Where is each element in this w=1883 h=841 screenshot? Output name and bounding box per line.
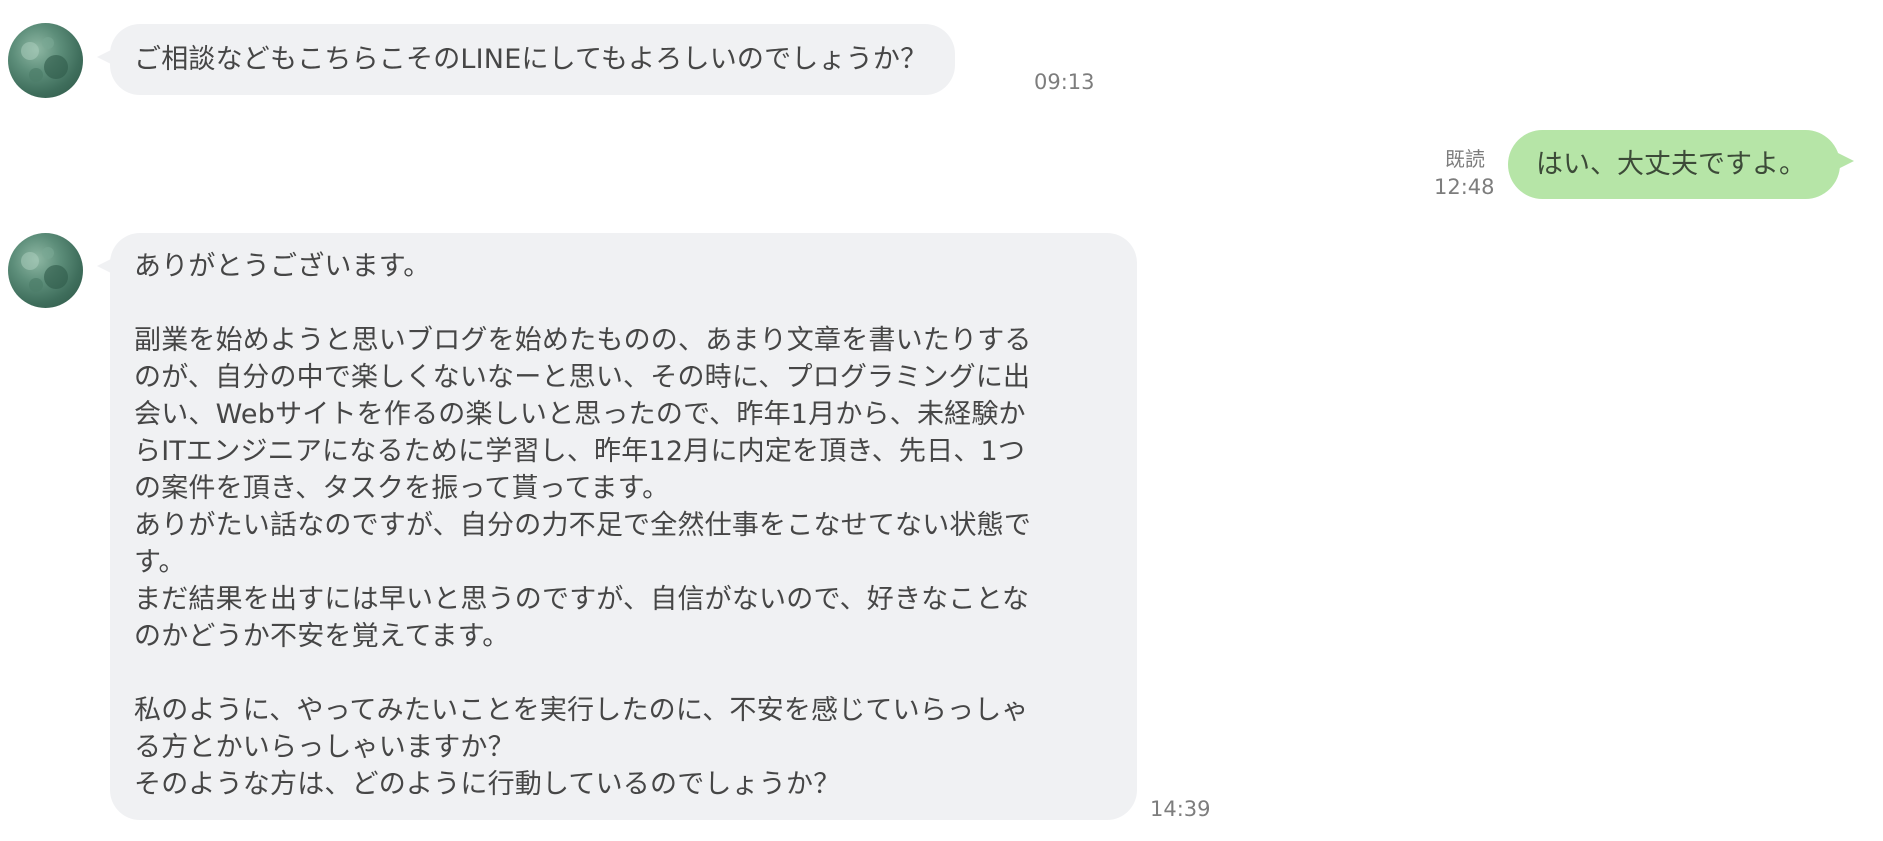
message-line: 副業を始めようと思いブログを始めたものの、あまり文章を書いたりする <box>134 325 1032 356</box>
sender-avatar[interactable] <box>8 233 83 308</box>
message-line: そのような方は、どのように行動しているのでしょうか？ <box>134 769 841 800</box>
message-line: ありがとうございます。 <box>134 251 431 282</box>
message-timestamp: 12:48 <box>1434 175 1495 199</box>
message-line: す。 <box>134 547 186 578</box>
outgoing-message-bubble[interactable]: はい、大丈夫ですよ。 <box>1508 130 1854 199</box>
avatar-image <box>21 37 68 82</box>
message-line: 会い、Webサイトを作るの楽しいと思ったので、昨年1月から、未経験か <box>134 399 1026 430</box>
message-text: はい、大丈夫ですよ。 <box>1536 149 1806 180</box>
message-timestamp: 14:39 <box>1150 797 1211 821</box>
message-timestamp: 09:13 <box>1034 70 1095 94</box>
message-line: の案件を頂き、タスクを振って貰ってます。 <box>134 473 670 504</box>
message-line: ありがたい話なのですが、自分の力不足で全然仕事をこなせてない状態で <box>134 510 1032 541</box>
message-line: のかどうか不安を覚えてます。 <box>134 621 510 652</box>
message-text: ご相談などもこちらこそのLINEにしてもよろしいのでしょうか？ <box>134 44 928 75</box>
message-line: まだ結果を出すには早いと思うのですが、自信がないので、好きなことな <box>134 584 1030 615</box>
incoming-message-bubble[interactable]: ありがとうございます。 副業を始めようと思いブログを始めたものの、あまり文章を書… <box>97 233 1137 820</box>
incoming-message-bubble[interactable]: ご相談などもこちらこそのLINEにしてもよろしいのでしょうか？ <box>96 24 956 95</box>
message-line: る方とかいらっしゃいますか？ <box>134 732 515 763</box>
message-line: らITエンジニアになるために学習し、昨年12月に内定を頂き、先日、1つ <box>134 436 1026 467</box>
avatar-image <box>21 247 68 292</box>
message-line: のが、自分の中で楽しくないなーと思い、その時に、プログラミングに出 <box>134 362 1031 393</box>
message-line: 私のように、やってみたいことを実行したのに、不安を感じていらっしゃ <box>134 695 1029 726</box>
sender-avatar[interactable] <box>8 23 83 98</box>
read-receipt: 既読 <box>1445 147 1485 171</box>
